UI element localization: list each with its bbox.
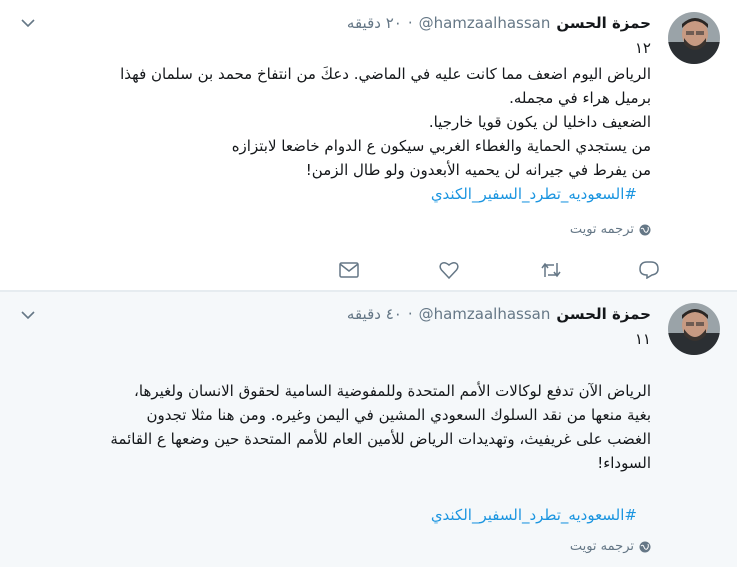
author-handle[interactable]: @hamzaalhassan xyxy=(419,303,551,325)
avatar[interactable] xyxy=(668,303,720,355)
chevron-down-icon[interactable] xyxy=(18,306,38,324)
tweet-line: الضعيف داخليا لن يكون قويا خارجيا. xyxy=(428,113,651,131)
tweet-timestamp[interactable]: ٢٠ دقيقه xyxy=(347,12,402,34)
timeline: حمزة الحسن @hamzaalhassan · ٢٠ دقيقه ١٢ … xyxy=(0,0,737,567)
globe-icon xyxy=(639,224,651,236)
like-icon xyxy=(439,261,459,279)
tweet-header: حمزة الحسن @hamzaalhassan · ٤٠ دقيقه xyxy=(347,303,651,325)
tweet-card[interactable]: حمزة الحسن @hamzaalhassan · ٢٠ دقيقه ١٢ … xyxy=(0,0,737,291)
direct-message-button[interactable] xyxy=(337,258,361,282)
separator-dot: · xyxy=(407,305,413,323)
like-button[interactable] xyxy=(437,258,461,282)
tweet-line: بغية منعها من نقد السلوك السعودي المشين … xyxy=(146,406,651,424)
tweet-line: الغضب على غريفيث، وتهديدات الرياض للأمين… xyxy=(110,430,651,448)
tweet-timestamp[interactable]: ٤٠ دقيقه xyxy=(347,303,402,325)
tweet-line: الرياض الآن تدفع لوكالات الأمم المتحدة و… xyxy=(134,382,651,400)
hashtag-link[interactable]: #السعوديه_تطرد_السفير_الكندي xyxy=(431,185,637,203)
reply-button[interactable] xyxy=(637,258,661,282)
avatar[interactable] xyxy=(668,12,720,64)
dm-icon xyxy=(339,262,359,278)
tweet-card[interactable]: حمزة الحسن @hamzaalhassan · ٤٠ دقيقه ١١ … xyxy=(0,292,737,567)
tweet-line: برميل هراء في مجمله. xyxy=(509,89,651,107)
tweet-line: من يفرط في جيرانه لن يحميه الأبعدون ولو … xyxy=(305,161,651,179)
translate-label: ترجمه تويت xyxy=(569,222,634,237)
separator-dot: · xyxy=(407,14,413,32)
reply-icon xyxy=(639,261,659,279)
tweet-line: السوداء! xyxy=(597,454,651,472)
tweet-actions xyxy=(311,258,659,282)
translate-tweet[interactable]: ترجمه تويت xyxy=(570,539,651,554)
tweet-text: الرياض اليوم اضعف مما كانت عليه في الماض… xyxy=(86,62,651,182)
tweet-line: من يستجدي الحماية والغطاء الغربي سيكون ع… xyxy=(231,137,651,155)
retweet-icon xyxy=(540,261,562,279)
tweet-header: حمزة الحسن @hamzaalhassan · ٢٠ دقيقه xyxy=(347,12,651,34)
translate-label: ترجمه تويت xyxy=(569,539,634,554)
thread-number: ١٢ xyxy=(634,39,651,57)
author-handle[interactable]: @hamzaalhassan xyxy=(419,12,551,34)
tweet-line: الرياض اليوم اضعف مما كانت عليه في الماض… xyxy=(120,65,651,83)
chevron-down-icon[interactable] xyxy=(18,14,38,32)
globe-icon xyxy=(639,541,651,553)
thread-number: ١١ xyxy=(634,330,651,348)
hashtag-link[interactable]: #السعوديه_تطرد_السفير_الكندي xyxy=(431,506,637,524)
author-name[interactable]: حمزة الحسن xyxy=(556,12,651,34)
author-name[interactable]: حمزة الحسن xyxy=(556,303,651,325)
retweet-button[interactable] xyxy=(539,258,563,282)
translate-tweet[interactable]: ترجمه تويت xyxy=(570,222,651,237)
tweet-text: الرياض الآن تدفع لوكالات الأمم المتحدة و… xyxy=(86,379,651,475)
